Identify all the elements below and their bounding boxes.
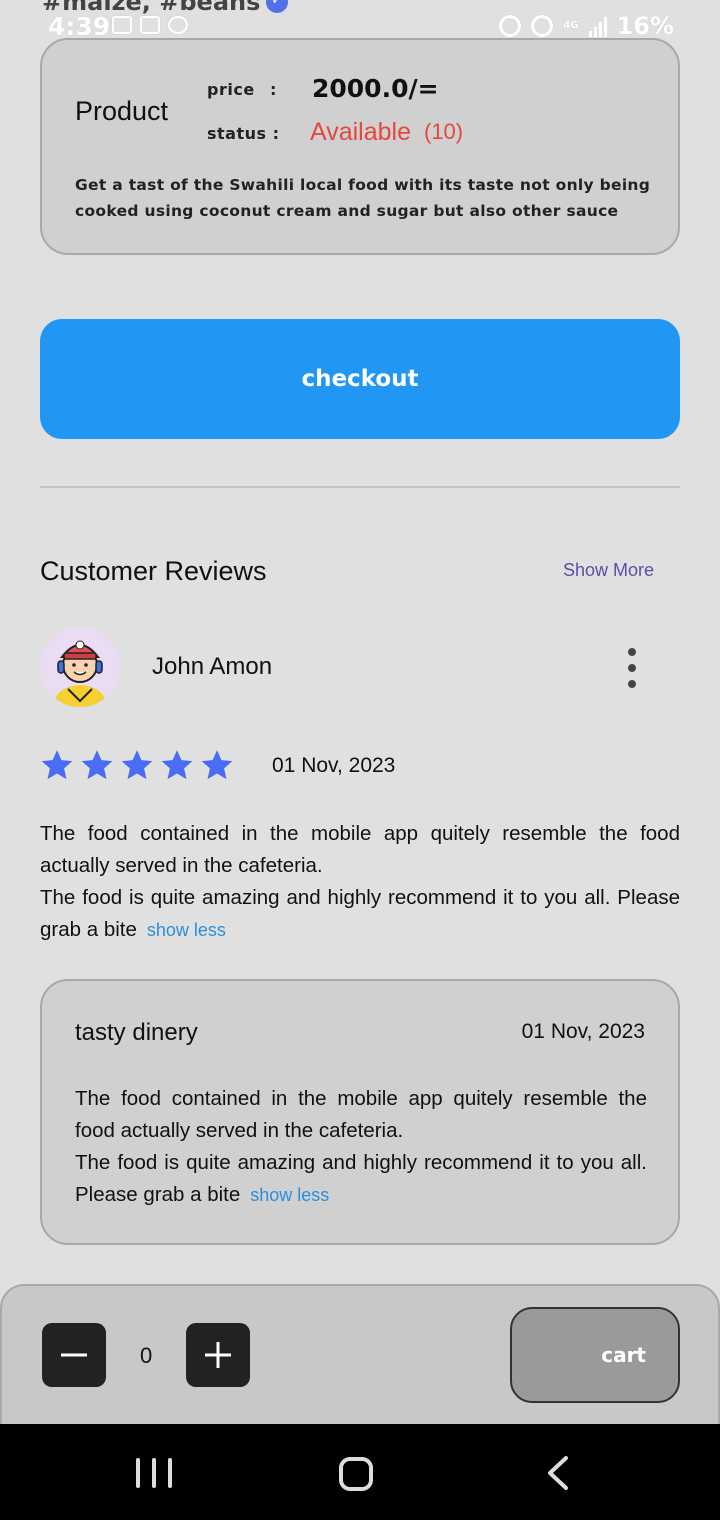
chef-avatar-icon bbox=[40, 627, 120, 707]
quantity-value: 0 bbox=[140, 1343, 153, 1368]
reply-text-tail: The food is quite amazing and highly rec… bbox=[75, 1151, 647, 1206]
reviewer-name: John Amon bbox=[152, 653, 273, 680]
stock-count: (10) bbox=[424, 119, 464, 144]
rating-stars bbox=[40, 748, 234, 782]
vendor-name: tasty dinery bbox=[75, 1019, 198, 1046]
minus-icon bbox=[61, 1353, 87, 1357]
notification-icons bbox=[112, 16, 188, 34]
star-icon bbox=[81, 750, 113, 780]
gallery-icon bbox=[112, 16, 132, 34]
system-indicators: 4G 16% bbox=[499, 12, 674, 40]
status-time: 4:39 bbox=[48, 12, 111, 41]
status-label: status : bbox=[207, 124, 280, 143]
reply-text-line: The food contained in the mobile app qui… bbox=[75, 1087, 647, 1142]
review-text-line: The food contained in the mobile app qui… bbox=[40, 822, 680, 877]
star-icon bbox=[41, 750, 73, 780]
increase-quantity-button[interactable] bbox=[186, 1323, 250, 1387]
product-description: Get a tast of the Swahili local food wit… bbox=[75, 176, 651, 220]
product-card: Product price : 2000.0/= status : Availa… bbox=[40, 38, 680, 255]
show-less-link[interactable]: show less bbox=[147, 920, 226, 940]
section-divider bbox=[40, 486, 680, 488]
home-icon[interactable] bbox=[339, 1457, 373, 1491]
show-more-link[interactable]: Show More bbox=[563, 560, 654, 581]
checkout-button[interactable]: checkout bbox=[40, 319, 680, 439]
battery-level: 16% bbox=[616, 12, 674, 40]
plus-icon bbox=[205, 1342, 231, 1368]
reply-text-line: The food is quite amazing and highly rec… bbox=[75, 1147, 647, 1211]
review-date: 01 Nov, 2023 bbox=[272, 754, 396, 777]
review-text-tail: The food is quite amazing and highly rec… bbox=[40, 886, 680, 941]
star-icon bbox=[201, 750, 233, 780]
price-colon: : bbox=[270, 80, 277, 99]
cart-action-bar: 0 cart bbox=[0, 1284, 720, 1424]
reply-text: The food contained in the mobile app qui… bbox=[75, 1083, 647, 1211]
network-type: 4G bbox=[563, 20, 579, 31]
price-label: price bbox=[207, 80, 255, 99]
reply-date: 01 Nov, 2023 bbox=[521, 1020, 645, 1043]
star-icon bbox=[161, 750, 193, 780]
price-value: 2000.0/= bbox=[312, 74, 439, 103]
alarm-icon bbox=[499, 15, 522, 37]
activity-icon bbox=[168, 16, 188, 34]
hotspot-icon bbox=[531, 15, 554, 37]
verified-icon bbox=[266, 0, 289, 13]
vendor-reply-card: tasty dinery 01 Nov, 2023 The food conta… bbox=[40, 979, 680, 1245]
add-to-cart-button[interactable]: cart bbox=[510, 1307, 680, 1403]
more-options-icon[interactable] bbox=[624, 648, 640, 688]
recent-apps-icon[interactable] bbox=[136, 1458, 172, 1488]
star-icon bbox=[121, 750, 153, 780]
signal-icon bbox=[588, 15, 607, 37]
review-text-line: The food is quite amazing and highly rec… bbox=[40, 882, 680, 946]
product-title: Product bbox=[75, 96, 169, 126]
system-navigation-bar bbox=[0, 1424, 720, 1520]
availability-status: Available bbox=[310, 118, 412, 146]
message-icon bbox=[140, 16, 160, 34]
show-less-link[interactable]: show less bbox=[250, 1185, 329, 1205]
decrease-quantity-button[interactable] bbox=[42, 1323, 106, 1387]
reviews-heading: Customer Reviews bbox=[40, 556, 267, 586]
review-text: The food contained in the mobile app qui… bbox=[40, 818, 680, 946]
back-icon[interactable] bbox=[544, 1455, 572, 1496]
